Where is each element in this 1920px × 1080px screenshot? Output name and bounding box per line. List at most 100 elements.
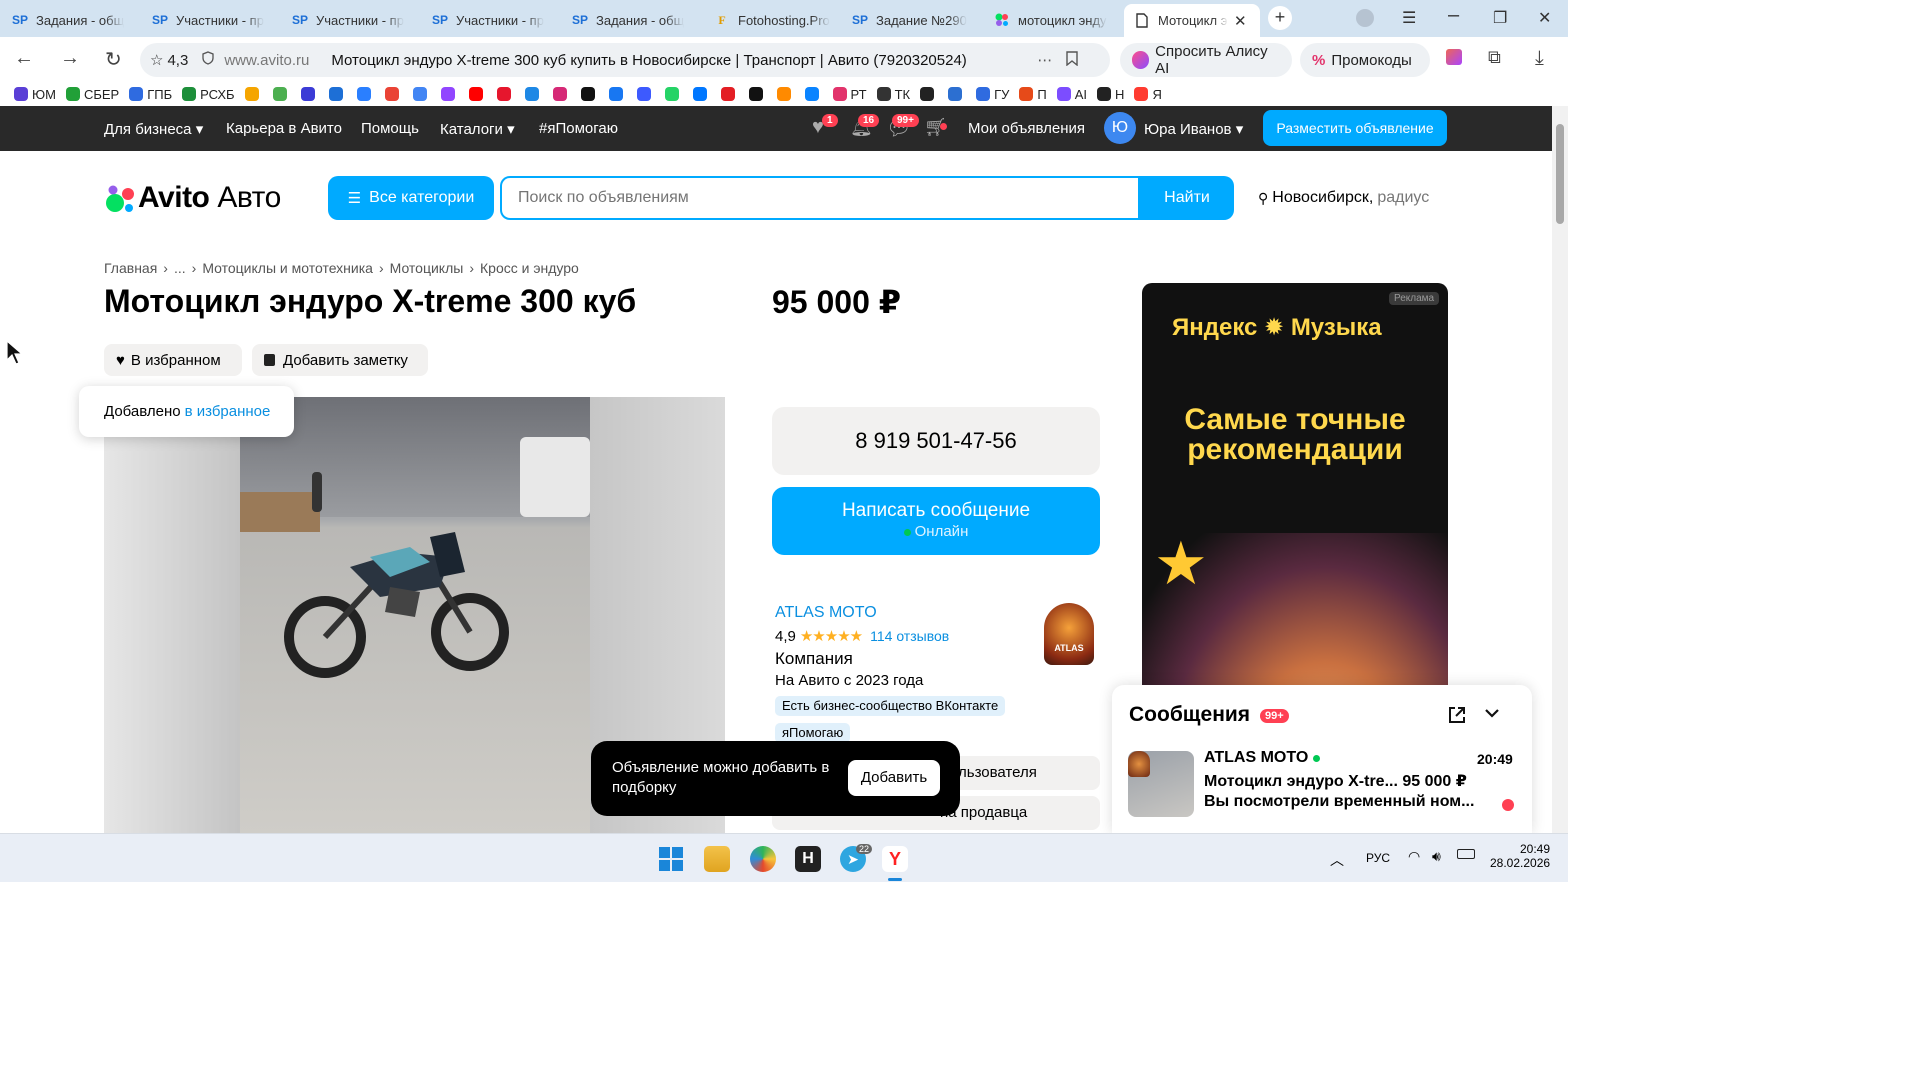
breadcrumb-link[interactable]: Главная [104, 260, 157, 276]
close-tab-icon[interactable]: ✕ [1234, 12, 1247, 30]
open-external-icon[interactable] [1447, 705, 1467, 730]
download-icon[interactable]: ⤓ [1535, 47, 1544, 70]
browser-tab[interactable]: SP Задание №290 [852, 6, 980, 34]
browser-tab[interactable]: SP Участники - пр [152, 6, 280, 34]
post-ad-button[interactable]: Разместить объявление [1263, 110, 1447, 146]
windows-start-icon[interactable] [658, 846, 684, 872]
avito-auto-logo[interactable]: Avito Авто [104, 181, 281, 215]
add-note-button[interactable]: Добавить заметку [252, 344, 428, 376]
bookmark-item[interactable] [948, 87, 966, 101]
bookmark-item[interactable] [356, 87, 375, 101]
bookmark-item[interactable] [748, 87, 767, 101]
all-categories-button[interactable]: ☰ Все категории [328, 176, 494, 220]
user-avatar[interactable]: Ю [1104, 112, 1136, 144]
reload-icon[interactable]: ↻ [105, 47, 122, 72]
bookmark-item[interactable] [412, 87, 431, 101]
browser-tab[interactable]: SP Задания - общ [572, 6, 700, 34]
bookmark-item[interactable]: РСХБ [182, 87, 235, 102]
bookmark-item[interactable] [440, 87, 459, 101]
yandex-browser-icon[interactable] [750, 846, 776, 872]
my-ads-link[interactable]: Мои объявления [968, 120, 1085, 137]
menu-icon[interactable]: ☰ [1402, 8, 1416, 28]
browser-tab-active[interactable]: Мотоцикл эн ✕ [1124, 4, 1260, 37]
reviews-link[interactable]: 114 отзывов [870, 628, 949, 644]
find-button[interactable]: Найти [1140, 176, 1234, 220]
for-business-link[interactable]: Для бизнеса ▾ [104, 120, 203, 138]
profile-avatar-icon[interactable] [1356, 9, 1374, 27]
bookmark-item[interactable]: ЮМ [14, 87, 56, 102]
seller-name-link[interactable]: ATLAS MOTO [775, 604, 877, 622]
bookmark-item[interactable] [468, 87, 487, 101]
bookmark-item[interactable] [720, 87, 739, 101]
bookmark-item[interactable]: ГУ [976, 87, 1009, 102]
show-phone-button[interactable]: 8 919 501-47-56 [772, 407, 1100, 475]
bookmark-item[interactable] [636, 87, 655, 101]
clock[interactable]: 20:49 28.02.2026 [1490, 842, 1550, 870]
forward-icon[interactable]: → [60, 47, 80, 70]
ya-pomogayu-link[interactable]: #яПомогаю [539, 120, 618, 137]
wifi-icon[interactable]: ◠ [1408, 848, 1420, 865]
bookmark-item[interactable] [776, 87, 795, 101]
collapse-chevron-icon[interactable] [1482, 703, 1502, 728]
extensions-puzzle-icon[interactable]: ⧉ [1488, 47, 1501, 68]
close-window-icon[interactable]: ✕ [1538, 8, 1551, 28]
scrollbar-thumb[interactable] [1556, 124, 1564, 224]
bookmark-item[interactable] [664, 87, 683, 101]
bookmark-item[interactable] [328, 87, 347, 101]
bookmark-item[interactable]: Я [1134, 87, 1162, 102]
bookmark-item[interactable]: ГПБ [129, 87, 172, 102]
h-app-icon[interactable]: H [795, 846, 821, 872]
battery-icon[interactable] [1457, 849, 1475, 859]
bookmark-item[interactable] [272, 87, 291, 101]
bookmark-item[interactable] [300, 87, 319, 101]
bookmark-item[interactable] [804, 87, 823, 101]
toast-favorites-link[interactable]: в избранное [185, 403, 271, 420]
seller-logo[interactable]: ATLAS [1044, 603, 1094, 665]
restore-icon[interactable]: ❐ [1493, 8, 1507, 28]
breadcrumb-link[interactable]: ... [174, 260, 186, 276]
bookmark-item[interactable]: СБЕР [65, 87, 119, 102]
browser-tab[interactable]: мотоцикл энду [994, 6, 1114, 34]
page-scrollbar[interactable] [1552, 106, 1568, 833]
extension-image-icon[interactable] [1446, 49, 1462, 65]
location-selector[interactable]: ⚲ Новосибирск, радиус [1258, 189, 1429, 207]
bookmark-icon[interactable] [1066, 50, 1079, 70]
bookmark-item[interactable] [920, 87, 938, 101]
promo-codes-button[interactable]: % Промокоды [1300, 43, 1430, 77]
url-bar[interactable]: ☆ 4,3 www.avito.ru Мотоцикл эндуро X-tre… [140, 43, 1110, 77]
bookmark-item[interactable]: РТ [832, 87, 867, 102]
minimize-icon[interactable]: – [1448, 4, 1459, 27]
shield-icon[interactable] [202, 51, 214, 69]
tray-chevron-icon[interactable]: ︿ [1330, 850, 1344, 870]
language-indicator[interactable]: РУС [1366, 851, 1390, 865]
bookmark-item[interactable] [496, 87, 515, 101]
bookmark-item[interactable]: ТК [876, 87, 910, 102]
help-link[interactable]: Помощь [361, 120, 419, 137]
file-explorer-icon[interactable] [704, 846, 730, 872]
volume-icon[interactable]: 🔊︎ [1432, 848, 1441, 865]
bookmark-item[interactable] [244, 87, 263, 101]
yandex-icon[interactable]: Y [882, 846, 908, 872]
bookmark-item[interactable]: П [1019, 87, 1047, 102]
breadcrumb-link[interactable]: Кросс и эндуро [480, 260, 579, 276]
bookmark-item[interactable]: Н [1097, 87, 1124, 102]
chat-list-item[interactable]: ATLAS MOTO 20:49 Мотоцикл эндуро X-tre..… [1112, 741, 1532, 821]
user-menu[interactable]: Юра Иванов ▾ [1144, 120, 1243, 138]
ask-alice-button[interactable]: Спросить Алису AI [1120, 43, 1292, 77]
browser-tab[interactable]: F Fotohosting.Pro [714, 6, 838, 34]
browser-tab[interactable]: SP Задания - общ [12, 6, 140, 34]
breadcrumb-link[interactable]: Мотоциклы [390, 260, 464, 276]
bookmark-item[interactable] [608, 87, 627, 101]
bookmark-item[interactable] [692, 87, 711, 101]
in-favorites-button[interactable]: ♥ В избранном [104, 344, 242, 376]
bookmark-item[interactable] [580, 87, 599, 101]
catalogs-link[interactable]: Каталоги ▾ [440, 120, 515, 138]
new-tab-icon[interactable]: + [1268, 6, 1292, 30]
bookmark-item[interactable] [552, 87, 571, 101]
bookmark-item[interactable]: AI [1056, 87, 1087, 102]
bookmark-item[interactable] [384, 87, 403, 101]
write-message-button[interactable]: Написать сообщение Онлайн [772, 487, 1100, 555]
bookmark-item[interactable] [524, 87, 543, 101]
browser-tab[interactable]: SP Участники - пр [432, 6, 560, 34]
browser-tab[interactable]: SP Участники - пр [292, 6, 420, 34]
